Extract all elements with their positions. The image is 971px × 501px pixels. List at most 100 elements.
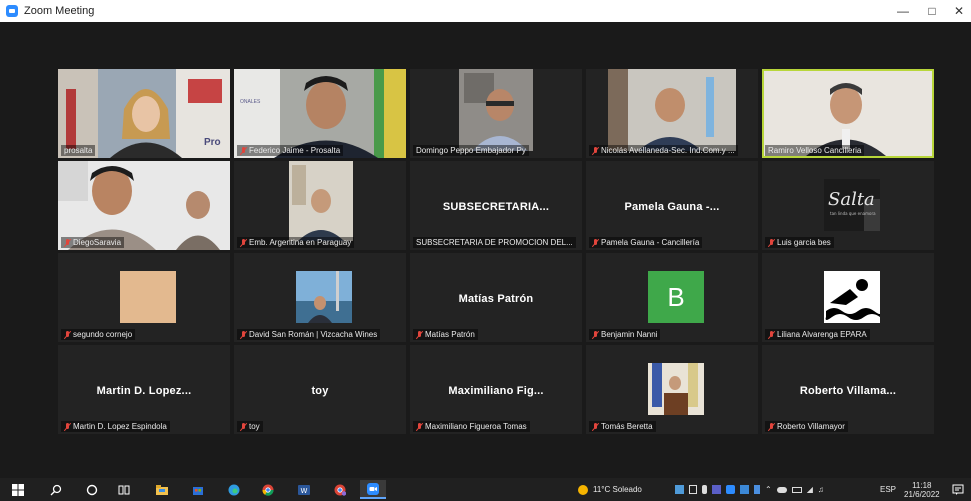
mic-muted-icon	[416, 330, 423, 339]
svg-text:W: W	[301, 487, 308, 495]
tray-network-app-icon[interactable]	[740, 485, 749, 494]
sun-icon	[578, 484, 588, 495]
participant-tile[interactable]: Tomás Beretta	[586, 345, 758, 434]
profile-picture	[648, 363, 704, 415]
participant-tile[interactable]: SUBSECRETARIA... SUBSECRETARIA DE PROMOC…	[410, 161, 582, 250]
mic-muted-icon	[64, 238, 71, 247]
profile-picture	[120, 271, 176, 323]
tray-app-icon[interactable]	[675, 485, 684, 494]
participant-tile[interactable]: Nicolás Avellaneda-Sec. Ind.Com.y ...	[586, 69, 758, 158]
sign-text: Pro	[204, 137, 221, 148]
language-indicator[interactable]: ESP	[880, 478, 896, 501]
clock[interactable]: 11:18 21/6/2022	[904, 478, 940, 501]
profile-picture: Salta tan linda que enamora	[824, 179, 880, 231]
mic-muted-icon	[64, 422, 71, 431]
participant-name: DiegoSaravia	[61, 237, 125, 248]
mic-muted-icon	[64, 330, 71, 339]
participant-name: Matías Patrón	[413, 329, 478, 340]
participant-name: Emb. Argentina en Paraguay	[237, 237, 355, 248]
notifications-icon[interactable]	[952, 484, 964, 496]
mic-muted-icon	[592, 422, 599, 431]
mic-muted-icon	[240, 422, 247, 431]
participant-display-name: Roberto Villama...	[799, 385, 897, 397]
participant-name: Nicolás Avellaneda-Sec. Ind.Com.y ...	[589, 145, 738, 156]
word-icon[interactable]: W	[298, 484, 310, 496]
participant-name: Liliana Alvarenga EPARA	[765, 329, 870, 340]
cortana-icon[interactable]	[86, 484, 98, 496]
file-explorer-icon[interactable]	[156, 484, 168, 496]
participant-tile[interactable]: segundo cornejo	[58, 253, 230, 342]
mic-muted-icon	[768, 422, 775, 431]
clock-time: 11:18	[912, 480, 932, 490]
tray-teams-icon[interactable]	[712, 485, 721, 494]
task-view-icon[interactable]	[118, 484, 130, 496]
search-icon[interactable]	[50, 484, 62, 496]
store-icon[interactable]	[192, 484, 204, 496]
participant-tile[interactable]: Salta tan linda que enamora Luis garcia …	[762, 161, 934, 250]
language-text: ESP	[880, 485, 897, 494]
participant-tile-active-speaker[interactable]: Ramiro Velloso Cancilleria	[762, 69, 934, 158]
mic-muted-icon	[240, 238, 247, 247]
participant-tile[interactable]: ONALES Federico Jaime - Prosalta	[234, 69, 406, 158]
mic-muted-icon	[592, 330, 599, 339]
participant-tile[interactable]: toy toy	[234, 345, 406, 434]
participant-tile[interactable]: Domingo Peppo Embajador Py	[410, 69, 582, 158]
mic-muted-icon	[768, 330, 775, 339]
participant-tile[interactable]: Martin D. Lopez... Martin D. Lopez Espin…	[58, 345, 230, 434]
participant-name: prosalta	[61, 145, 96, 156]
participant-tile[interactable]: Emb. Argentina en Paraguay	[234, 161, 406, 250]
participant-display-name: SUBSECRETARIA...	[442, 201, 550, 213]
tray-bluetooth-icon[interactable]	[754, 485, 760, 494]
wifi-icon[interactable]: ◢	[807, 485, 813, 494]
participant-tile[interactable]: David San Román | Vizcacha Wines	[234, 253, 406, 342]
participant-tile[interactable]: Pamela Gauna -... Pamela Gauna - Cancill…	[586, 161, 758, 250]
participant-tile[interactable]: Liliana Alvarenga EPARA	[762, 253, 934, 342]
participant-name: Pamela Gauna - Cancillería	[589, 237, 703, 248]
participant-name: Federico Jaime - Prosalta	[237, 145, 344, 156]
participant-tile[interactable]: B Benjamin Nanni	[586, 253, 758, 342]
participant-name: Domingo Peppo Embajador Py	[413, 145, 529, 156]
zoom-taskbar-button[interactable]	[360, 480, 386, 499]
participant-display-name: Maximiliano Fig...	[448, 385, 544, 397]
participant-tile[interactable]: Maximiliano Fig... Maximiliano Figueroa …	[410, 345, 582, 434]
gallery-view: Pro prosalta ONALES Federico Jaime - Pro…	[6, 22, 964, 472]
onedrive-icon[interactable]	[776, 486, 787, 493]
participant-name: Tomás Beretta	[589, 421, 656, 432]
participant-display-name: Pamela Gauna -...	[624, 201, 720, 213]
weather-widget[interactable]: 11°C Soleado	[578, 478, 642, 501]
chrome-profile-icon[interactable]	[334, 484, 346, 496]
participant-display-name: Matías Patrón	[458, 293, 534, 305]
mic-muted-icon	[592, 238, 599, 247]
window-titlebar: Zoom Meeting	[0, 0, 971, 22]
participant-name: Roberto Villamayor	[765, 421, 848, 432]
mic-muted-icon	[240, 330, 247, 339]
participant-name: Benjamin Nanni	[589, 329, 661, 340]
tray-chevron-up-icon[interactable]: ⌃	[765, 485, 772, 494]
participant-name: Maximiliano Figueroa Tomas	[413, 421, 530, 432]
tray-document-icon[interactable]	[689, 485, 697, 494]
clock-date: 21/6/2022	[904, 489, 940, 499]
edge-icon[interactable]	[228, 484, 240, 496]
battery-icon[interactable]	[791, 486, 802, 493]
mic-muted-icon	[592, 146, 599, 155]
tray-zoom-icon[interactable]	[726, 485, 735, 494]
participant-name: David San Román | Vizcacha Wines	[237, 329, 381, 340]
participant-name: segundo cornejo	[61, 329, 136, 340]
zoom-app-icon	[6, 5, 18, 17]
mic-muted-icon	[416, 422, 423, 431]
windows-start-icon[interactable]	[12, 484, 24, 496]
participant-name: Luis garcia bes	[765, 237, 834, 248]
chrome-icon[interactable]	[262, 484, 274, 496]
participant-name: SUBSECRETARIA DE PROMOCION DEL...	[413, 237, 576, 248]
zoom-icon	[367, 483, 379, 495]
volume-icon[interactable]: ♫	[818, 485, 824, 494]
participant-tile[interactable]: Roberto Villama... Roberto Villamayor	[762, 345, 934, 434]
tray-microphone-icon[interactable]	[702, 485, 707, 494]
participant-tile[interactable]: DiegoSaravia	[58, 161, 230, 250]
avatar-initial: B	[648, 271, 704, 323]
close-button[interactable]: ✕	[942, 0, 971, 22]
participant-name: toy	[237, 421, 263, 432]
participant-tile[interactable]: Pro prosalta	[58, 69, 230, 158]
participant-tile[interactable]: Matías Patrón Matías Patrón	[410, 253, 582, 342]
window-title: Zoom Meeting	[24, 5, 95, 17]
